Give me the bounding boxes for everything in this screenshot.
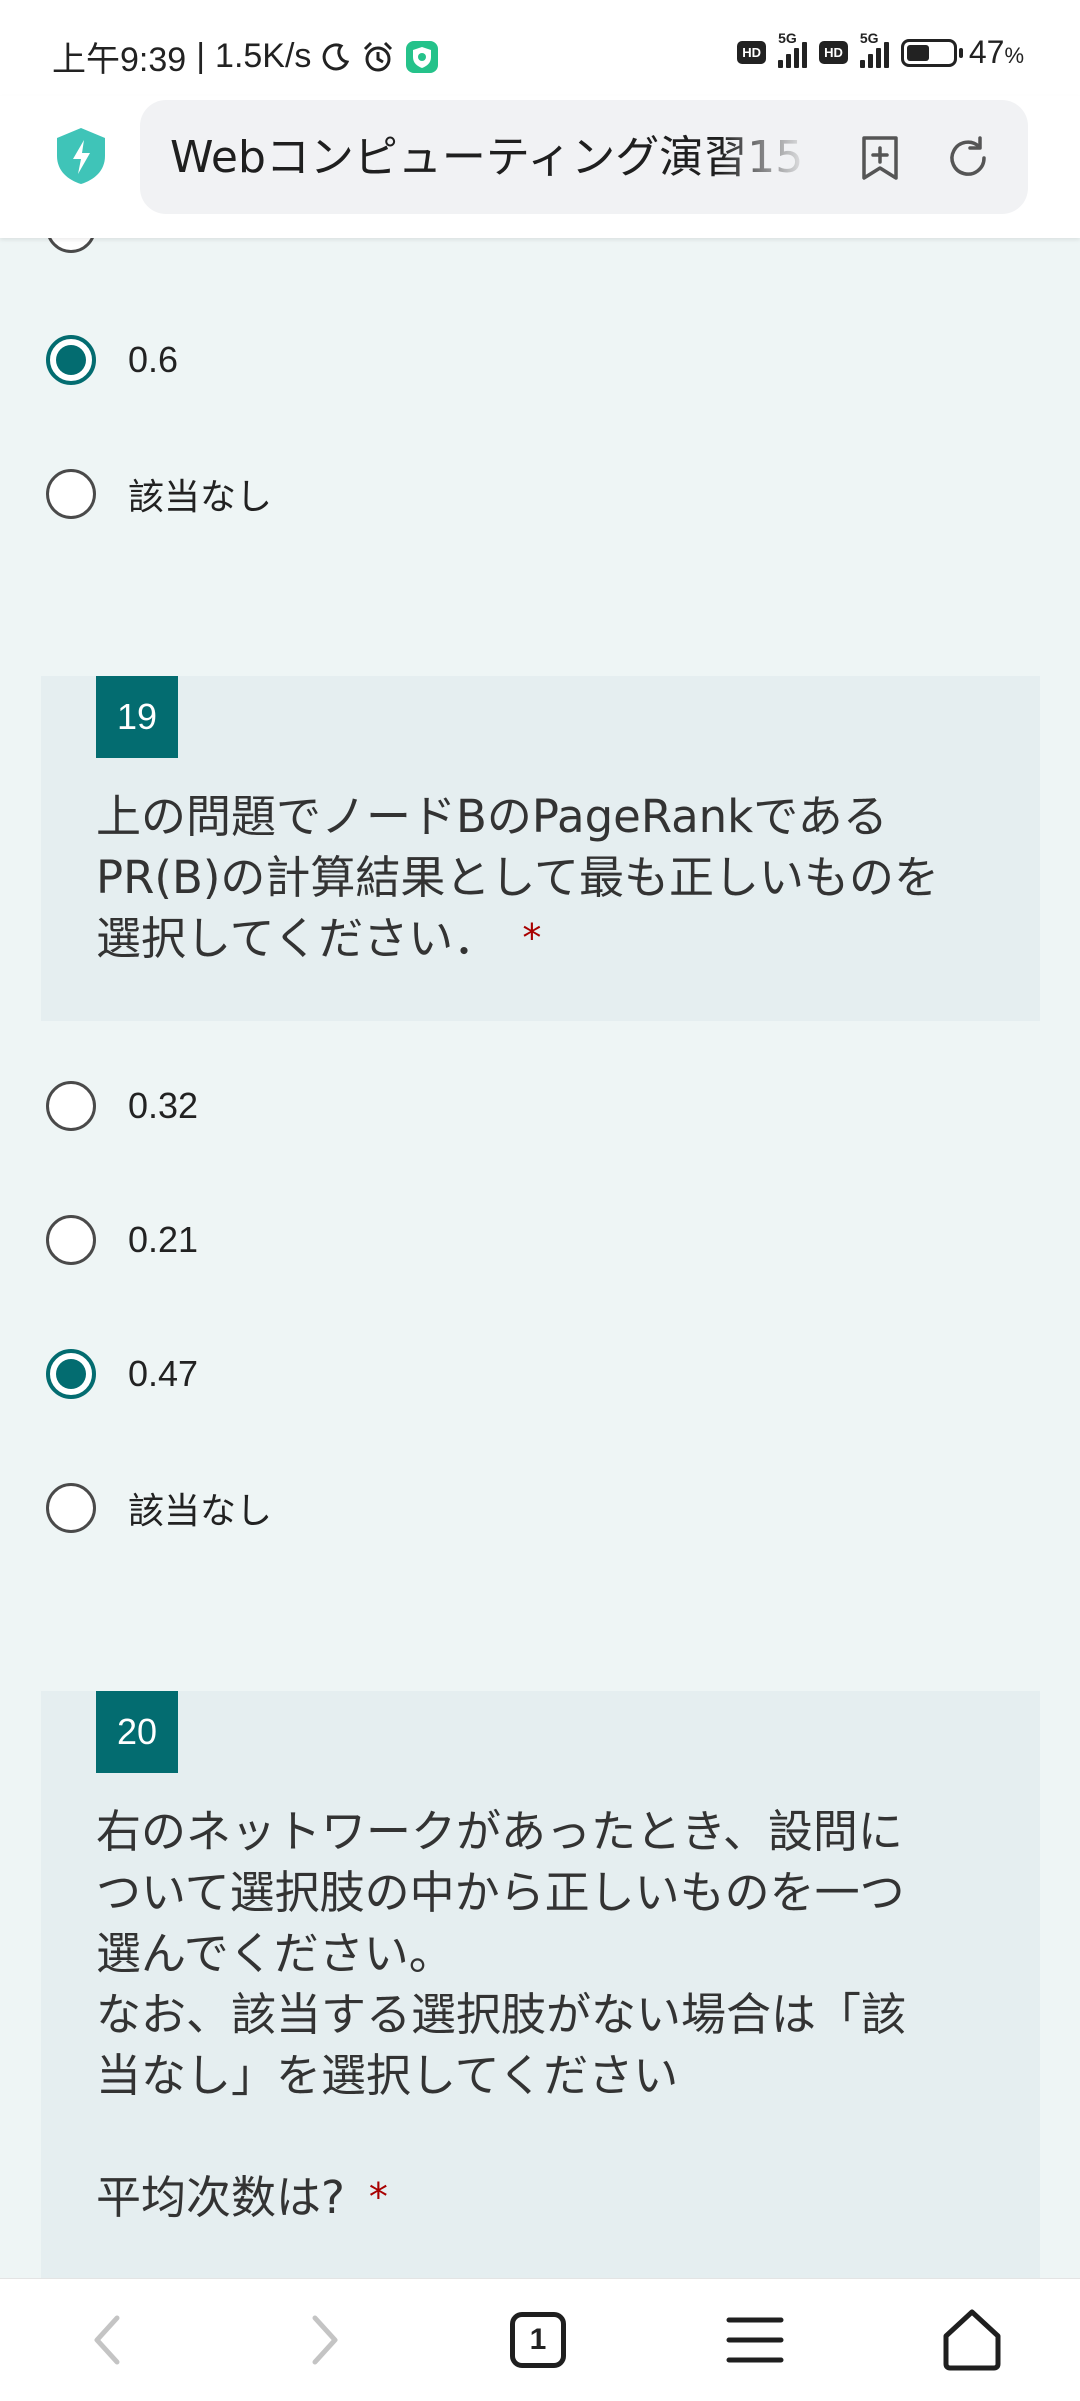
url-text[interactable]: Webコンピューティング演習15 xyxy=(170,130,810,186)
url-field[interactable]: Webコンピューティング演習15 xyxy=(140,100,1028,214)
menu-icon xyxy=(726,2317,784,2363)
hd-badge-1: HD xyxy=(737,41,767,64)
moon-icon xyxy=(323,42,350,70)
form-content: 0.6 該当なし 19 上の問題でノードBのPageRankである PR(B)の… xyxy=(0,238,1080,2278)
question-text: 右のネットワークがあったとき、設問に ついて選択肢の中から正しいものを一つ 選ん… xyxy=(96,1805,907,2224)
question-card-19: 19 上の問題でノードBのPageRankである PR(B)の計算結果として最も… xyxy=(41,676,1040,1021)
browser-address-bar: Webコンピューティング演習15 xyxy=(0,96,1080,238)
option-prev-1[interactable]: 該当なし xyxy=(46,464,272,524)
option-prev-hidden[interactable] xyxy=(46,238,96,258)
net-speed: 1.5K/s xyxy=(215,37,312,75)
option-label: 0.21 xyxy=(128,1219,199,1260)
bottom-navigation: 1 xyxy=(0,2278,1080,2401)
alarm-icon xyxy=(364,41,393,71)
option-q19-0[interactable]: 0.32 xyxy=(46,1076,198,1136)
radio-button[interactable] xyxy=(46,1349,96,1399)
radio-button[interactable] xyxy=(46,238,96,253)
status-right: HD 5G HD 5G 47% xyxy=(737,30,1024,71)
home-icon xyxy=(943,2309,1001,2371)
question-number: 19 xyxy=(96,676,178,758)
option-label: 該当なし xyxy=(128,1490,273,1531)
required-asterisk: * xyxy=(522,916,542,960)
forward-button[interactable] xyxy=(290,2305,360,2375)
battery-icon xyxy=(900,38,963,67)
home-button[interactable] xyxy=(937,2305,1007,2375)
option-prev-0[interactable]: 0.6 xyxy=(46,330,178,390)
status-bar: 上午9:39 | 1.5K/s HD 5G HD 5G 47% xyxy=(0,0,1080,96)
radio-button[interactable] xyxy=(46,1081,96,1131)
option-label: 0.47 xyxy=(128,1353,199,1394)
reload-icon[interactable] xyxy=(944,134,992,182)
required-asterisk: * xyxy=(368,2175,388,2219)
radio-button[interactable] xyxy=(46,469,96,519)
battery-percent: 47% xyxy=(968,34,1024,70)
hd-badge-2: HD xyxy=(819,41,848,64)
shield-security-icon[interactable] xyxy=(54,126,108,186)
tab-count: 1 xyxy=(510,2312,566,2368)
radio-button[interactable] xyxy=(46,1215,96,1265)
signal-icon-1: 5G xyxy=(778,30,808,68)
back-button[interactable] xyxy=(72,2305,142,2375)
question-number: 20 xyxy=(96,1691,178,1773)
separator: | xyxy=(196,37,206,75)
question-card-20: 20 右のネットワークがあったとき、設問に ついて選択肢の中から正しいものを一つ… xyxy=(41,1691,1040,2278)
shield-app-icon xyxy=(406,40,439,73)
menu-button[interactable] xyxy=(720,2305,790,2375)
chevron-left-icon xyxy=(94,2315,120,2365)
status-left: 上午9:39 | 1.5K/s xyxy=(52,32,439,81)
option-label: 0.32 xyxy=(128,1085,199,1126)
option-q19-3[interactable]: 該当なし xyxy=(46,1478,272,1538)
option-label: 0.6 xyxy=(128,339,179,380)
question-text: 上の問題でノードBのPageRankである PR(B)の計算結果として最も正しい… xyxy=(96,790,940,965)
add-bookmark-icon[interactable] xyxy=(856,134,904,182)
option-label: 該当なし xyxy=(128,476,273,517)
radio-button[interactable] xyxy=(46,335,96,385)
tabs-button[interactable]: 1 xyxy=(503,2305,573,2375)
option-q19-2[interactable]: 0.47 xyxy=(46,1344,198,1404)
clock: 上午9:39 xyxy=(52,41,187,79)
option-q19-1[interactable]: 0.21 xyxy=(46,1210,198,1270)
chevron-right-icon xyxy=(312,2315,338,2365)
signal-icon-2: 5G xyxy=(859,30,889,68)
radio-button[interactable] xyxy=(46,1483,96,1533)
